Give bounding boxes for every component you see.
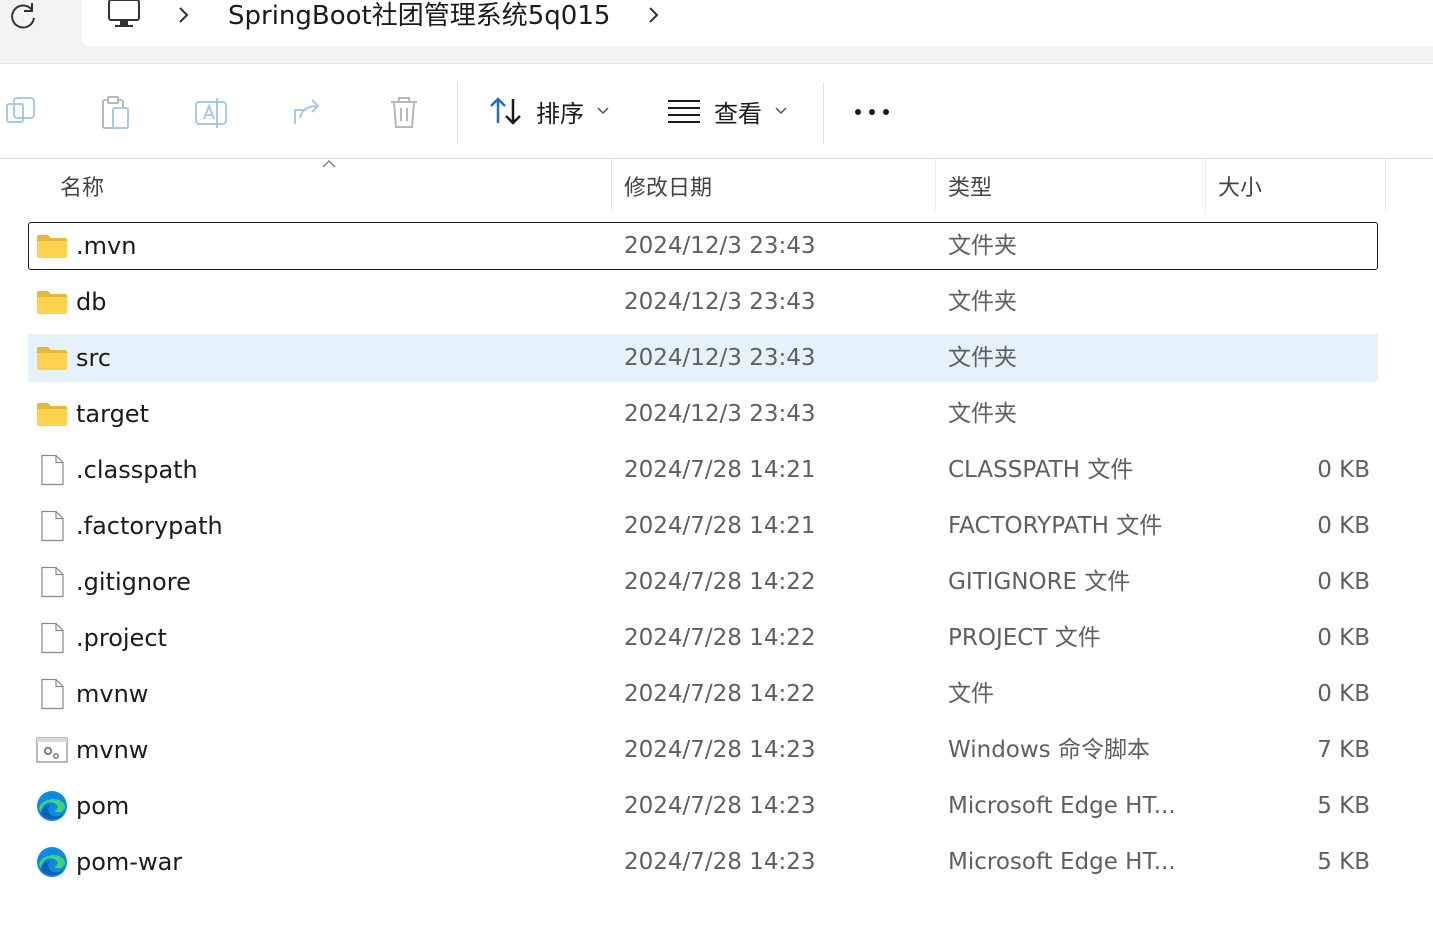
breadcrumb-folder[interactable]: SpringBoot社团管理系统5q015 bbox=[228, 0, 610, 36]
delete-icon[interactable] bbox=[387, 94, 421, 130]
chevron-down-icon bbox=[775, 107, 787, 115]
sort-button[interactable]: 排序 bbox=[488, 86, 610, 136]
file-type: Windows 命令脚本 bbox=[948, 737, 1150, 763]
file-row[interactable]: .classpath 2024/7/28 14:21 CLASSPATH 文件 0 K… bbox=[28, 446, 1378, 494]
file-name: mvnw bbox=[76, 736, 149, 764]
sort-arrows-icon bbox=[490, 97, 521, 125]
file-size: 0 KB bbox=[1317, 681, 1370, 707]
file-size: 5 KB bbox=[1317, 793, 1370, 819]
list-view-icon bbox=[668, 100, 700, 123]
breadcrumb-chevron-icon[interactable] bbox=[646, 4, 662, 26]
file-row[interactable]: src 2024/12/3 23:43 文件夹 bbox=[28, 334, 1378, 382]
view-button[interactable]: 查看 bbox=[666, 86, 788, 136]
file-date: 2024/7/28 14:21 bbox=[624, 457, 816, 483]
file-date: 2024/7/28 14:21 bbox=[624, 513, 816, 539]
file-icon bbox=[36, 566, 68, 598]
file-size: 0 KB bbox=[1317, 513, 1370, 539]
column-header-date[interactable]: 修改日期 bbox=[612, 159, 935, 213]
edge-icon bbox=[36, 846, 68, 878]
file-name: src bbox=[76, 344, 112, 372]
folder-icon bbox=[36, 342, 68, 374]
file-row[interactable]: mvnw 2024/7/28 14:23 Windows 命令脚本 7 KB bbox=[28, 726, 1378, 774]
file-type: PROJECT 文件 bbox=[948, 625, 1101, 651]
view-label: 查看 bbox=[714, 99, 762, 128]
file-size: 0 KB bbox=[1317, 457, 1370, 483]
file-date: 2024/12/3 23:43 bbox=[624, 401, 816, 427]
file-date: 2024/12/3 23:43 bbox=[624, 289, 816, 315]
file-date: 2024/7/28 14:22 bbox=[624, 681, 816, 707]
file-date: 2024/12/3 23:43 bbox=[624, 233, 816, 259]
file-date: 2024/12/3 23:43 bbox=[624, 345, 816, 371]
file-name: pom-war bbox=[76, 848, 183, 876]
file-type: 文件 bbox=[948, 681, 994, 707]
file-type: 文件夹 bbox=[948, 289, 1017, 315]
file-row[interactable]: target 2024/12/3 23:43 文件夹 bbox=[28, 390, 1378, 438]
more-options-icon[interactable] bbox=[848, 100, 896, 124]
file-list: .mvn 2024/12/3 23:43 文件夹 db 2024/12/3 23:43 文… bbox=[28, 222, 1378, 894]
this-pc-icon[interactable] bbox=[106, 0, 142, 30]
column-header-type[interactable]: 类型 bbox=[936, 159, 1205, 213]
file-name: db bbox=[76, 288, 107, 316]
file-type: GITIGNORE 文件 bbox=[948, 569, 1131, 595]
script-icon bbox=[36, 734, 68, 766]
file-date: 2024/7/28 14:23 bbox=[624, 793, 816, 819]
file-date: 2024/7/28 14:23 bbox=[624, 849, 816, 875]
file-type: Microsoft Edge HT... bbox=[948, 793, 1176, 819]
file-name: pom bbox=[76, 792, 130, 820]
file-size: 0 KB bbox=[1317, 625, 1370, 651]
file-row[interactable]: .project 2024/7/28 14:22 PROJECT 文件 0 KB bbox=[28, 614, 1378, 662]
file-icon bbox=[36, 510, 68, 542]
paste-icon[interactable] bbox=[98, 94, 132, 130]
file-type: FACTORYPATH 文件 bbox=[948, 513, 1163, 539]
file-row[interactable]: .gitignore 2024/7/28 14:22 GITIGNORE 文件 0 K… bbox=[28, 558, 1378, 606]
file-name: mvnw bbox=[76, 680, 149, 708]
file-size: 5 KB bbox=[1317, 849, 1370, 875]
folder-icon bbox=[36, 286, 68, 318]
file-row[interactable]: pom 2024/7/28 14:23 Microsoft Edge HT... 5 … bbox=[28, 782, 1378, 830]
file-row[interactable]: mvnw 2024/7/28 14:22 文件 0 KB bbox=[28, 670, 1378, 718]
file-size: 0 KB bbox=[1317, 569, 1370, 595]
file-name: .mvn bbox=[76, 232, 137, 260]
file-icon bbox=[36, 622, 68, 654]
breadcrumb-chevron-icon[interactable] bbox=[176, 4, 192, 26]
file-row[interactable]: .factorypath 2024/7/28 14:21 FACTORYPATH 文… bbox=[28, 502, 1378, 550]
column-header-row: 名称 修改日期 类型 大小 bbox=[0, 159, 1433, 213]
refresh-icon[interactable] bbox=[8, 0, 38, 32]
file-type: 文件夹 bbox=[948, 345, 1017, 371]
folder-icon bbox=[36, 230, 68, 262]
file-name: .classpath bbox=[76, 456, 198, 484]
chevron-down-icon bbox=[597, 107, 609, 115]
sort-ascending-icon bbox=[322, 160, 336, 168]
file-size: 7 KB bbox=[1317, 737, 1370, 763]
column-divider[interactable] bbox=[1385, 159, 1386, 211]
copy-icon[interactable] bbox=[4, 94, 38, 130]
file-icon bbox=[36, 678, 68, 710]
command-bar: 排序 查看 bbox=[0, 64, 1433, 159]
toolbar-separator bbox=[823, 82, 824, 144]
file-name: .factorypath bbox=[76, 512, 223, 540]
file-name: target bbox=[76, 400, 149, 428]
address-bar-area: SpringBoot社团管理系统5q015 bbox=[0, 0, 1433, 64]
file-type: Microsoft Edge HT... bbox=[948, 849, 1176, 875]
file-type: 文件夹 bbox=[948, 233, 1017, 259]
folder-icon bbox=[36, 398, 68, 430]
sort-label: 排序 bbox=[536, 99, 584, 128]
rename-icon[interactable] bbox=[194, 94, 228, 130]
file-date: 2024/7/28 14:23 bbox=[624, 737, 816, 763]
edge-icon bbox=[36, 790, 68, 822]
file-name: .project bbox=[76, 624, 167, 652]
file-type: CLASSPATH 文件 bbox=[948, 457, 1134, 483]
file-date: 2024/7/28 14:22 bbox=[624, 625, 816, 651]
file-row[interactable]: pom-war 2024/7/28 14:23 Microsoft Edge HT.… bbox=[28, 838, 1378, 886]
column-header-size[interactable]: 大小 bbox=[1206, 159, 1385, 213]
file-explorer-window: SpringBoot社团管理系统5q015 排序 查看 名称 修改日期 类型 大… bbox=[0, 0, 1433, 947]
share-icon[interactable] bbox=[290, 94, 324, 130]
file-row[interactable]: .mvn 2024/12/3 23:43 文件夹 bbox=[28, 222, 1378, 270]
file-type: 文件夹 bbox=[948, 401, 1017, 427]
file-name: .gitignore bbox=[76, 568, 191, 596]
toolbar-separator bbox=[457, 82, 458, 144]
file-date: 2024/7/28 14:22 bbox=[624, 569, 816, 595]
file-row[interactable]: db 2024/12/3 23:43 文件夹 bbox=[28, 278, 1378, 326]
file-icon bbox=[36, 454, 68, 486]
